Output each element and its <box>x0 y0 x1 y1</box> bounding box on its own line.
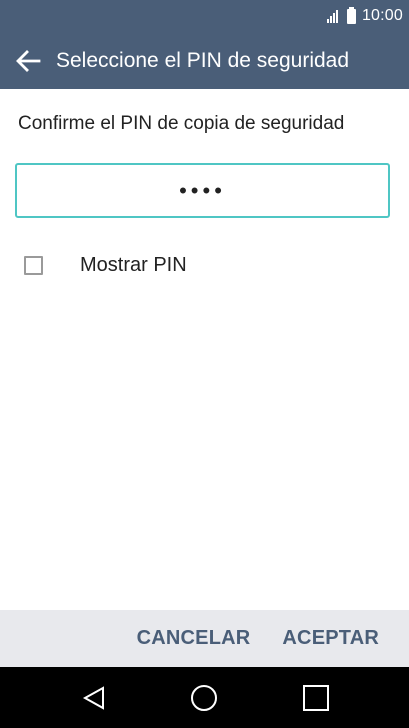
square-recents-icon <box>303 684 329 711</box>
app-bar: Seleccione el PIN de seguridad <box>0 32 409 89</box>
nav-recents-button[interactable] <box>286 667 346 728</box>
page-title: Seleccione el PIN de seguridad <box>56 48 350 72</box>
triangle-back-icon <box>82 685 104 710</box>
status-time: 10:00 <box>361 7 403 24</box>
navigation-bar <box>0 667 409 728</box>
accept-button[interactable]: ACEPTAR <box>266 610 395 667</box>
arrow-left-icon <box>16 49 41 72</box>
nav-back-button[interactable] <box>64 667 124 728</box>
status-indicators: 10:00 <box>326 0 403 32</box>
pin-instruction: Confirme el PIN de copia de seguridad <box>18 113 345 134</box>
battery-icon <box>346 6 356 24</box>
status-bar: 10:00 <box>0 0 409 32</box>
circle-home-icon <box>191 684 217 711</box>
cancel-button[interactable]: CANCELAR <box>121 610 267 667</box>
nav-home-button[interactable] <box>174 667 234 728</box>
show-pin-checkbox[interactable] <box>24 255 43 275</box>
show-pin-label: Mostrar PIN <box>80 253 187 276</box>
show-pin-option[interactable]: Mostrar PIN <box>0 243 409 287</box>
dialog-button-bar: CANCELAR ACEPTAR <box>0 610 409 667</box>
signal-icon <box>326 9 341 23</box>
back-button[interactable] <box>0 32 56 89</box>
pin-input[interactable]: •••• <box>15 163 390 218</box>
